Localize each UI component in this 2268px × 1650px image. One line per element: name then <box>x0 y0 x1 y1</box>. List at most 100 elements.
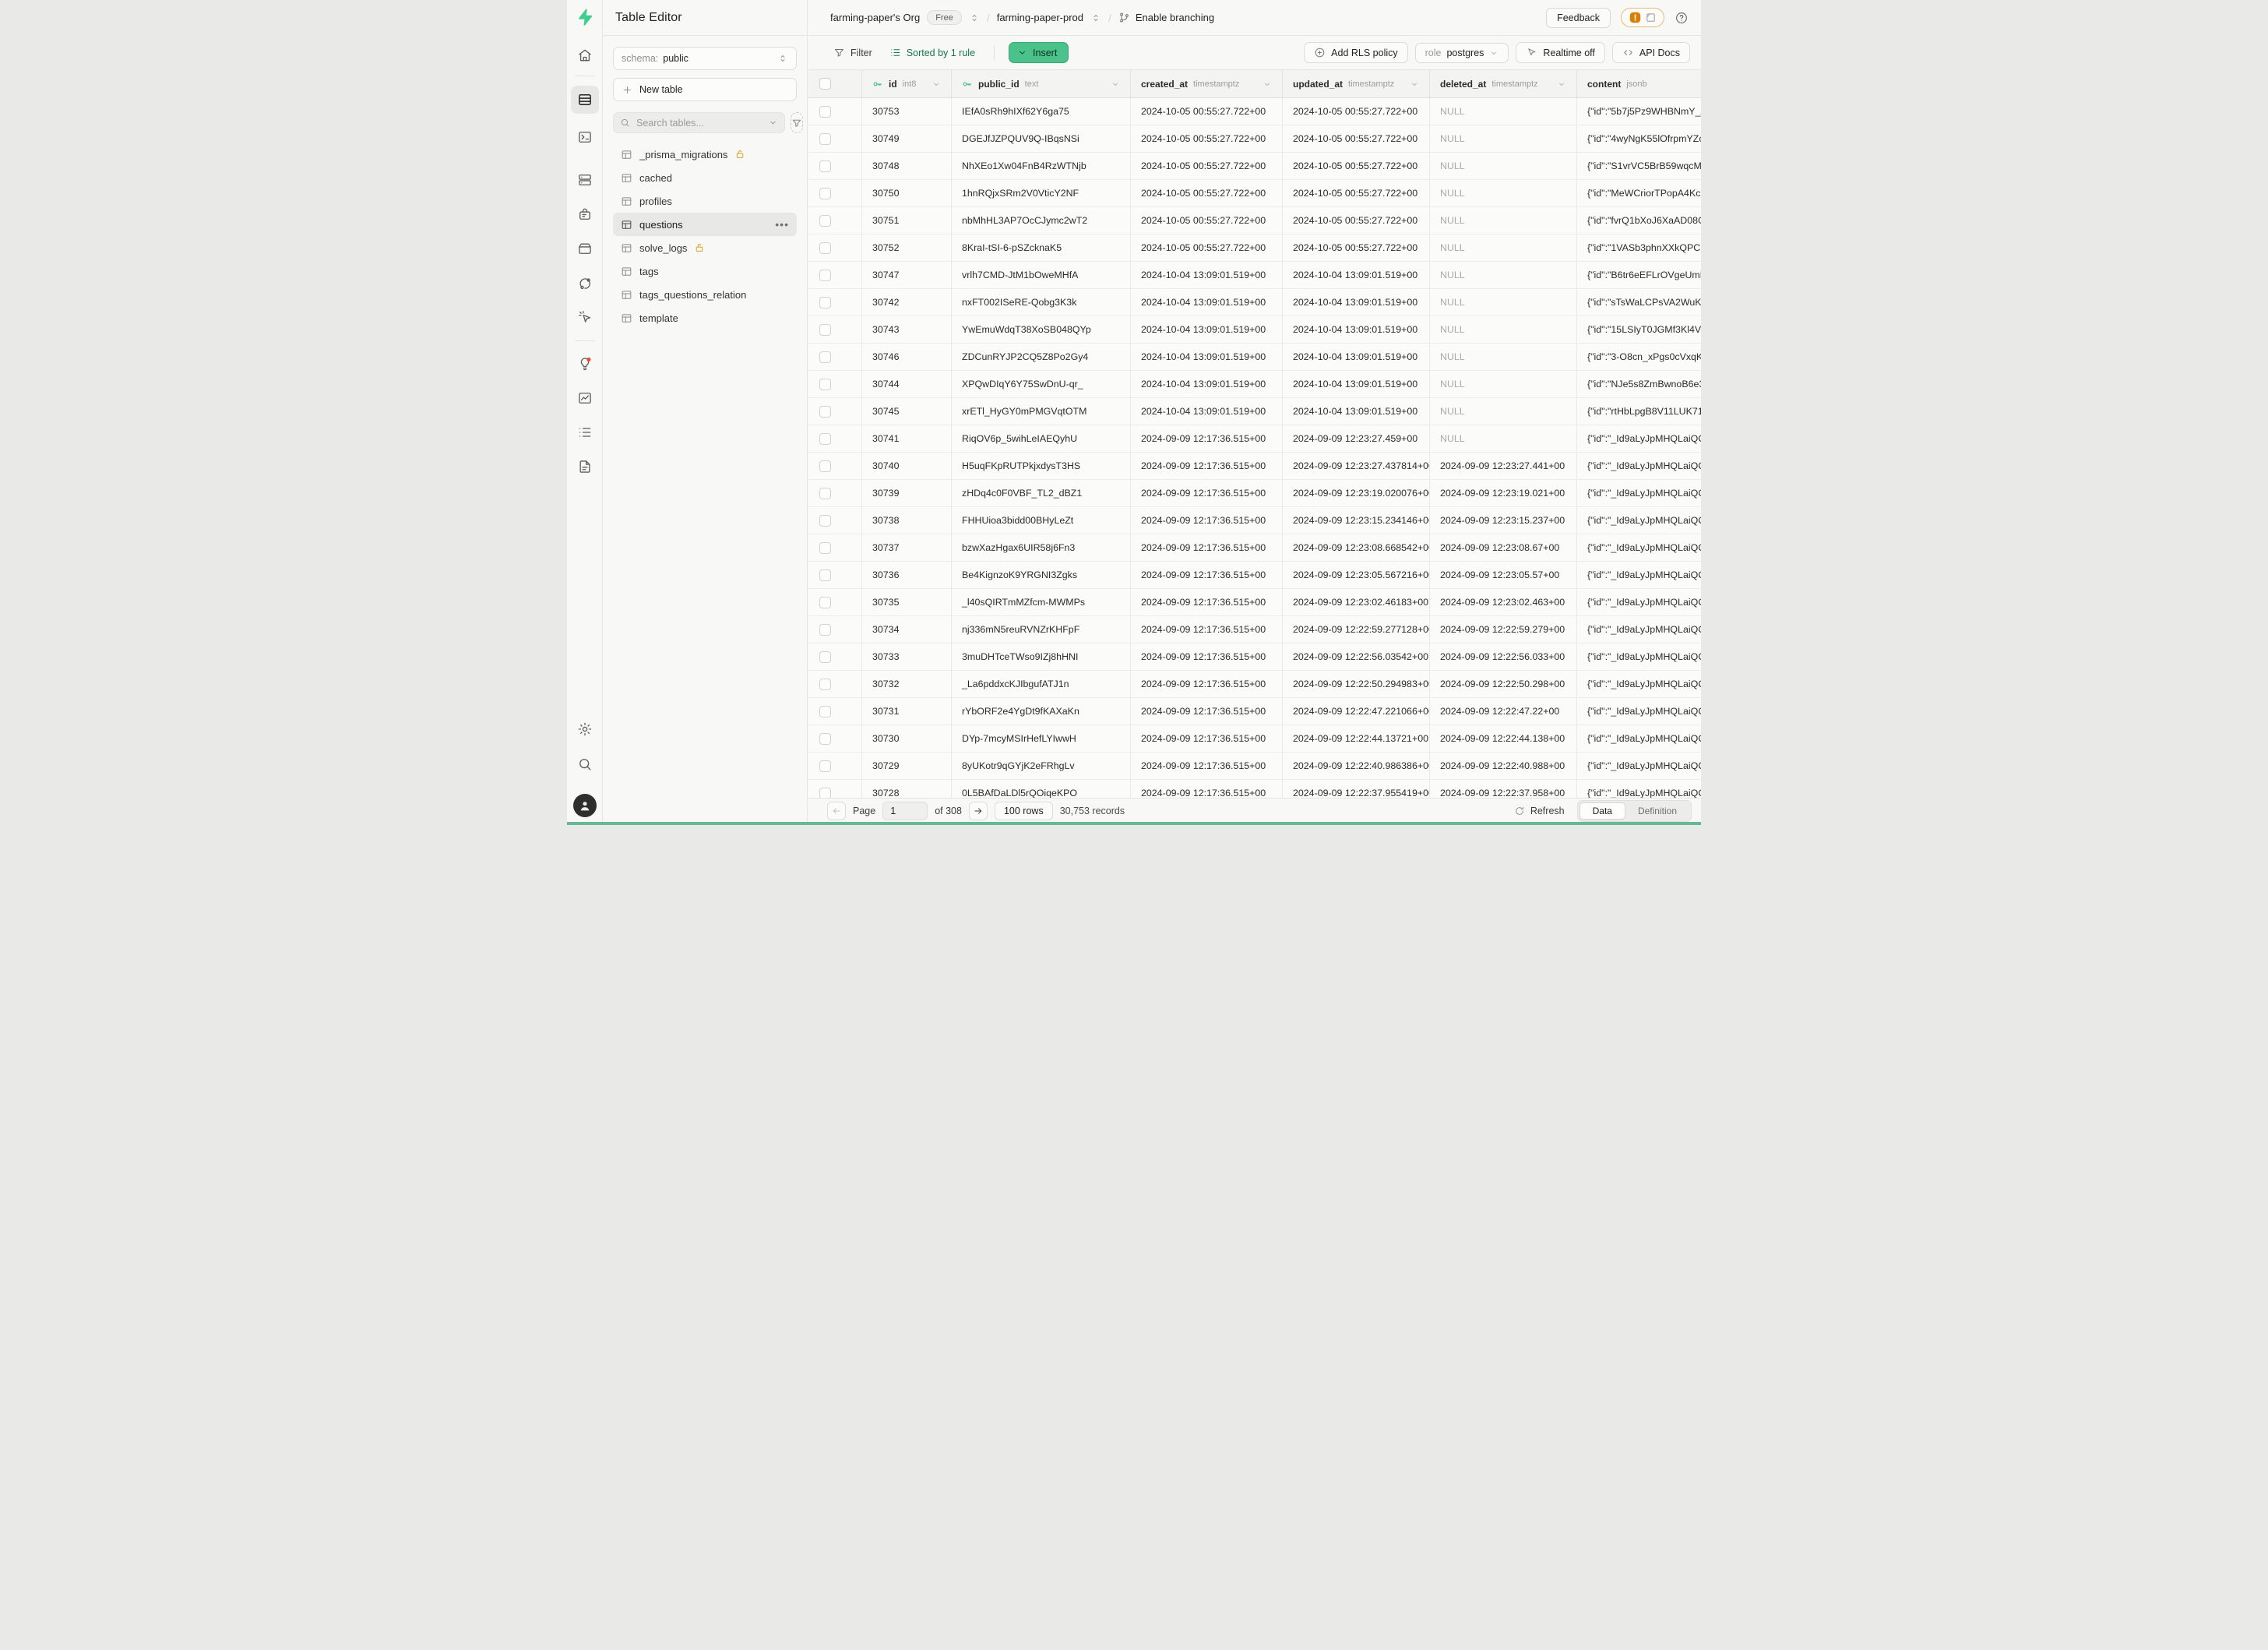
cell-public_id[interactable]: xrETl_HyGY0mPMGVqtOTM <box>952 398 1131 425</box>
row-checkbox[interactable] <box>819 270 831 281</box>
cell-updated_at[interactable]: 2024-10-04 13:09:01.519+00 <box>1283 262 1430 288</box>
cell-updated_at[interactable]: 2024-10-04 13:09:01.519+00 <box>1283 371 1430 397</box>
row-checkbox[interactable] <box>819 788 831 799</box>
cell-id[interactable]: 30730 <box>862 725 952 752</box>
chevrons-up-down-icon[interactable] <box>969 12 980 23</box>
cell-deleted_at[interactable]: 2024-09-09 12:22:50.298+00 <box>1430 671 1577 697</box>
cell-deleted_at[interactable]: NULL <box>1430 234 1577 261</box>
cell-public_id[interactable]: rYbORF2e4YgDt9fKAXaKn <box>952 698 1131 725</box>
cell-created_at[interactable]: 2024-09-09 12:17:36.515+00 <box>1131 671 1283 697</box>
cell-public_id[interactable]: 8yUKotr9qGYjK2eFRhgLv <box>952 753 1131 779</box>
cell-deleted_at[interactable]: NULL <box>1430 289 1577 316</box>
cell-updated_at[interactable]: 2024-09-09 12:22:50.294983+00 <box>1283 671 1430 697</box>
page-number-input[interactable] <box>882 802 928 820</box>
enable-branching-button[interactable]: Enable branching <box>1118 12 1214 23</box>
cell-content[interactable]: {"id":"_Id9aLyJpMHQLaiQC <box>1577 453 1701 479</box>
cell-deleted_at[interactable]: 2024-09-09 12:22:59.279+00 <box>1430 616 1577 643</box>
sidebar-table-item-_prisma_migrations[interactable]: _prisma_migrations <box>613 143 797 166</box>
cell-id[interactable]: 30749 <box>862 125 952 152</box>
cell-content[interactable]: {"id":"_Id9aLyJpMHQLaiQC <box>1577 534 1701 561</box>
row-checkbox[interactable] <box>819 597 831 608</box>
cell-id[interactable]: 30728 <box>862 780 952 798</box>
cell-created_at[interactable]: 2024-10-05 00:55:27.722+00 <box>1131 180 1283 206</box>
cell-created_at[interactable]: 2024-09-09 12:17:36.515+00 <box>1131 534 1283 561</box>
cell-created_at[interactable]: 2024-09-09 12:17:36.515+00 <box>1131 562 1283 588</box>
cell-id[interactable]: 30735 <box>862 589 952 615</box>
chevron-down-icon[interactable] <box>1557 79 1566 89</box>
api-docs-icon[interactable] <box>577 459 593 474</box>
cell-public_id[interactable]: RiqOV6p_5wihLeIAEQyhU <box>952 425 1131 452</box>
cell-content[interactable]: {"id":"sTsWaLCPsVA2WuK2 <box>1577 289 1701 316</box>
auth-icon[interactable] <box>577 206 593 222</box>
row-checkbox[interactable] <box>819 324 831 336</box>
realtime-icon[interactable] <box>577 309 593 325</box>
sidebar-table-item-profiles[interactable]: profiles <box>613 189 797 213</box>
cell-public_id[interactable]: Be4KignzoK9YRGNI3Zgks <box>952 562 1131 588</box>
cell-content[interactable]: {"id":"3-O8cn_xPgs0cVxqKE <box>1577 344 1701 370</box>
cell-public_id[interactable]: FHHUioa3bidd00BHyLeZt <box>952 507 1131 534</box>
column-header-public_id[interactable]: public_idtext <box>952 70 1131 97</box>
help-icon[interactable] <box>1675 11 1689 25</box>
cell-content[interactable]: {"id":"_Id9aLyJpMHQLaiQC <box>1577 698 1701 725</box>
cell-created_at[interactable]: 2024-09-09 12:17:36.515+00 <box>1131 507 1283 534</box>
cell-public_id[interactable]: nxFT002ISeRE-Qobg3K3k <box>952 289 1131 316</box>
cell-created_at[interactable]: 2024-09-09 12:17:36.515+00 <box>1131 425 1283 452</box>
cell-content[interactable]: {"id":"_Id9aLyJpMHQLaiQC <box>1577 562 1701 588</box>
feedback-button[interactable]: Feedback <box>1546 8 1611 28</box>
cell-content[interactable]: {"id":"15LSIyT0JGMf3Kl4Vn <box>1577 316 1701 343</box>
cell-deleted_at[interactable]: NULL <box>1430 180 1577 206</box>
cell-deleted_at[interactable]: NULL <box>1430 125 1577 152</box>
chevron-down-icon[interactable] <box>932 79 941 89</box>
chevrons-up-down-icon[interactable] <box>1090 12 1101 23</box>
row-checkbox[interactable] <box>819 460 831 472</box>
tab-data[interactable]: Data <box>1580 802 1625 820</box>
sidebar-filter-button[interactable] <box>791 112 803 133</box>
row-checkbox[interactable] <box>819 733 831 745</box>
cell-content[interactable]: {"id":"B6tr6eEFLrOVgeUmH <box>1577 262 1701 288</box>
cell-content[interactable]: {"id":"_Id9aLyJpMHQLaiQC <box>1577 480 1701 506</box>
cell-public_id[interactable]: nj336mN5reuRVNZrKHFpF <box>952 616 1131 643</box>
cell-id[interactable]: 30741 <box>862 425 952 452</box>
cell-id[interactable]: 30750 <box>862 180 952 206</box>
row-checkbox[interactable] <box>819 569 831 581</box>
cell-id[interactable]: 30752 <box>862 234 952 261</box>
cell-updated_at[interactable]: 2024-09-09 12:23:27.459+00 <box>1283 425 1430 452</box>
cell-content[interactable]: {"id":"_Id9aLyJpMHQLaiQC <box>1577 507 1701 534</box>
cell-id[interactable]: 30737 <box>862 534 952 561</box>
cell-updated_at[interactable]: 2024-09-09 12:23:15.234146+00 <box>1283 507 1430 534</box>
sidebar-table-item-cached[interactable]: cached <box>613 166 797 189</box>
cell-public_id[interactable]: nbMhHL3AP7OcCJymc2wT2 <box>952 207 1131 234</box>
cell-created_at[interactable]: 2024-10-05 00:55:27.722+00 <box>1131 125 1283 152</box>
cell-deleted_at[interactable]: 2024-09-09 12:22:44.138+00 <box>1430 725 1577 752</box>
user-avatar[interactable] <box>573 794 597 817</box>
api-docs-button[interactable]: API Docs <box>1612 42 1690 63</box>
next-page-button[interactable] <box>969 802 988 820</box>
cell-deleted_at[interactable]: 2024-09-09 12:22:37.958+00 <box>1430 780 1577 798</box>
cell-created_at[interactable]: 2024-10-04 13:09:01.519+00 <box>1131 262 1283 288</box>
cell-created_at[interactable]: 2024-09-09 12:17:36.515+00 <box>1131 780 1283 798</box>
cell-public_id[interactable]: IEfA0sRh9hIXf62Y6ga75 <box>952 98 1131 125</box>
cell-id[interactable]: 30733 <box>862 643 952 670</box>
cell-content[interactable]: {"id":"5b7j5Pz9WHBNmY_A <box>1577 98 1701 125</box>
cell-created_at[interactable]: 2024-10-05 00:55:27.722+00 <box>1131 234 1283 261</box>
cell-content[interactable]: {"id":"1VASb3phnXXkQPCpv <box>1577 234 1701 261</box>
cell-created_at[interactable]: 2024-10-05 00:55:27.722+00 <box>1131 153 1283 179</box>
cell-id[interactable]: 30740 <box>862 453 952 479</box>
cell-id[interactable]: 30743 <box>862 316 952 343</box>
sort-button[interactable]: Sorted by 1 rule <box>885 44 980 62</box>
cell-updated_at[interactable]: 2024-10-05 00:55:27.722+00 <box>1283 125 1430 152</box>
row-checkbox[interactable] <box>819 351 831 363</box>
cell-deleted_at[interactable]: NULL <box>1430 207 1577 234</box>
cell-public_id[interactable]: _l40sQIRTmMZfcm-MWMPs <box>952 589 1131 615</box>
cell-id[interactable]: 30731 <box>862 698 952 725</box>
supabase-logo[interactable] <box>576 8 594 26</box>
cell-deleted_at[interactable]: 2024-09-09 12:22:47.22+00 <box>1430 698 1577 725</box>
cell-id[interactable]: 30748 <box>862 153 952 179</box>
cell-public_id[interactable]: ZDCunRYJP2CQ5Z8Po2Gy4 <box>952 344 1131 370</box>
cell-created_at[interactable]: 2024-10-04 13:09:01.519+00 <box>1131 344 1283 370</box>
cell-public_id[interactable]: 3muDHTceTWso9IZj8hHNI <box>952 643 1131 670</box>
storage-icon[interactable] <box>577 241 593 256</box>
cell-updated_at[interactable]: 2024-09-09 12:22:37.955419+00 <box>1283 780 1430 798</box>
cell-updated_at[interactable]: 2024-10-05 00:55:27.722+00 <box>1283 207 1430 234</box>
row-checkbox[interactable] <box>819 160 831 172</box>
